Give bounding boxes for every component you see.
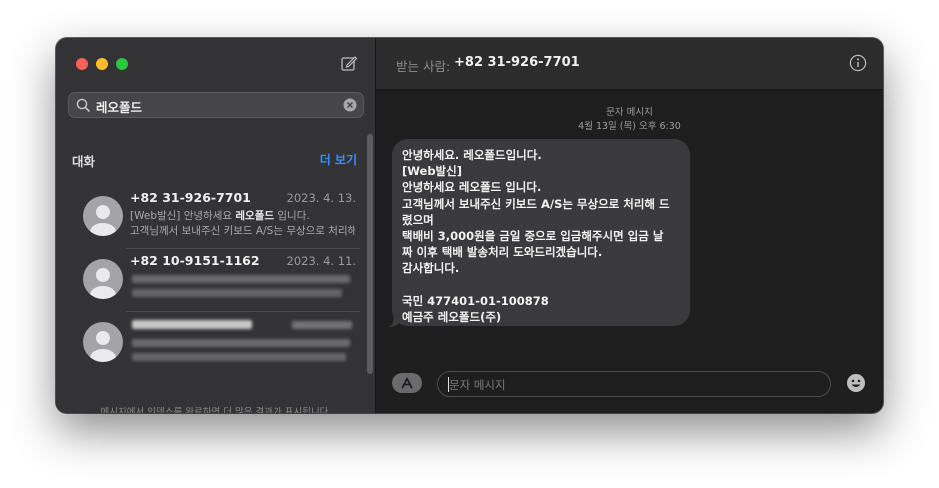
sidebar: 레오폴드 대화 더 보기 +82 31-926-7701 2023. 4. 13…	[56, 38, 376, 413]
scrollbar-thumb[interactable]	[367, 134, 373, 374]
search-icon	[76, 98, 90, 112]
thread-timestamp: 4월 13일 (목) 오후 6:30	[578, 121, 681, 132]
message-input[interactable]: 문자 메시지	[437, 371, 831, 397]
zoom-button[interactable]	[116, 58, 128, 70]
contact-name: +82 31-926-7701	[130, 190, 251, 205]
show-more-link[interactable]: 더 보기	[320, 151, 357, 168]
conversation-header: 받는 사람: +82 31-926-7701	[376, 38, 883, 90]
minimize-button[interactable]	[96, 58, 108, 70]
message-bubble[interactable]: 안녕하세요. 레오폴드입니다. [Web발신] 안녕하세요 레오폴드 입니다. …	[392, 139, 690, 326]
conversation-item[interactable]: +82 10-9151-1162 2023. 4. 11.	[72, 249, 360, 311]
redacted-date	[292, 321, 352, 329]
recipient-label: 받는 사람:	[396, 59, 451, 74]
conversation-pane: 받는 사람: +82 31-926-7701 문자 메시지 4월 13일 (목)…	[376, 38, 883, 413]
avatar	[83, 322, 123, 362]
search-field[interactable]: 레오폴드	[68, 92, 364, 118]
redacted-preview	[132, 353, 346, 361]
conversation-date: 2023. 4. 13.	[286, 191, 357, 205]
emoji-icon[interactable]	[846, 373, 866, 393]
search-match: 레오폴드	[235, 210, 275, 222]
message-text: 안녕하세요. 레오폴드입니다. [Web발신] 안녕하세요 레오폴드 입니다. …	[402, 148, 670, 325]
conversation-item[interactable]: +82 31-926-7701 2023. 4. 13. [Web발신] 안녕하…	[72, 186, 360, 248]
apps-button[interactable]	[392, 373, 422, 393]
app-store-icon	[401, 377, 413, 389]
index-note: 메시지에서 인덱스를 완료하면 더 많은 결과가 표시됩니다.	[100, 407, 332, 413]
messages-window: 레오폴드 대화 더 보기 +82 31-926-7701 2023. 4. 13…	[56, 38, 883, 413]
info-icon[interactable]	[849, 54, 867, 72]
redacted-name	[132, 320, 252, 329]
clear-icon[interactable]	[343, 98, 357, 112]
recipient-value[interactable]: +82 31-926-7701	[454, 55, 580, 70]
composer: 문자 메시지	[376, 364, 883, 413]
close-button[interactable]	[76, 58, 88, 70]
conversation-date: 2023. 4. 11.	[286, 254, 357, 268]
message-placeholder: 문자 메시지	[449, 378, 506, 392]
thread-service-label: 문자 메시지	[606, 107, 653, 118]
redacted-preview	[132, 275, 350, 283]
avatar	[83, 196, 123, 236]
redacted-preview	[132, 339, 350, 347]
search-input[interactable]: 레오폴드	[96, 97, 142, 116]
compose-icon[interactable]	[340, 55, 358, 73]
contact-name: +82 10-9151-1162	[130, 253, 260, 268]
message-preview: [Web발신] 안녕하세요 레오폴드 입니다.	[130, 210, 310, 222]
message-preview-line2: 고객님께서 보내주신 키보드 A/S는 무상으로 처리해 드렸으며	[130, 225, 355, 237]
redacted-preview	[132, 289, 342, 297]
section-title: 대화	[72, 154, 96, 169]
conversation-item[interactable]	[72, 312, 360, 374]
avatar	[83, 259, 123, 299]
